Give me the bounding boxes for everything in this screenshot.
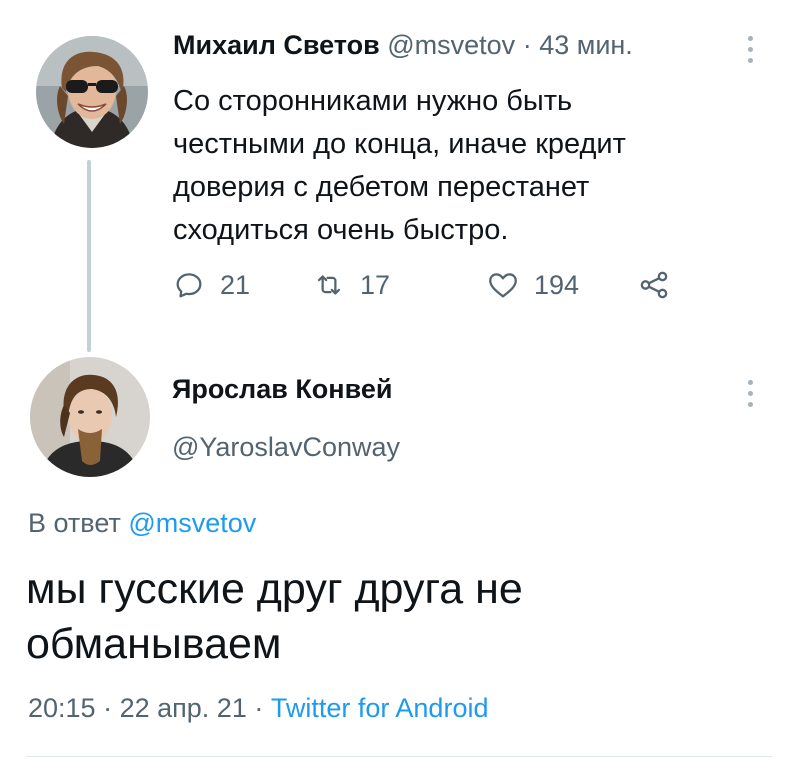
reply-prefix: В ответ — [28, 508, 121, 538]
tweet1-author-handle[interactable]: @msvetov — [387, 30, 515, 60]
retweet-button[interactable]: 17 — [312, 268, 390, 302]
reply-to-handle-link[interactable]: @msvetov — [128, 508, 256, 538]
reply-button[interactable]: 21 — [172, 268, 250, 302]
share-icon — [640, 271, 668, 299]
tweet2-source-link[interactable]: Twitter for Android — [271, 693, 489, 723]
tweet1-text-line: честными до конца, иначе кредит — [173, 128, 626, 160]
tweet2-author-handle[interactable]: @YaroslavConway — [172, 432, 400, 463]
like-count: 194 — [534, 269, 580, 300]
divider — [26, 756, 772, 757]
tweet2-separator: · — [254, 693, 264, 723]
avatar-mikhail-svetov[interactable] — [36, 36, 148, 148]
reply-count: 21 — [220, 269, 251, 300]
more-vertical-icon[interactable] — [746, 380, 754, 413]
tweet2-time[interactable]: 20:15 — [28, 693, 96, 723]
tweet2-separator: · — [103, 693, 113, 723]
tweet1-header: Михаил Светов @msvetov · 43 мин. — [173, 30, 633, 61]
share-button[interactable] — [637, 268, 671, 302]
tweet1-timestamp[interactable]: 43 мин. — [539, 30, 633, 60]
tweet2-author-name[interactable]: Ярослав Конвей — [172, 374, 392, 405]
avatar-yaroslav-conway[interactable] — [30, 357, 150, 477]
like-button[interactable]: 194 — [486, 268, 579, 302]
retweet-icon — [317, 275, 341, 295]
tweet1-text: Со сторонниками нужно быть честными до к… — [173, 80, 733, 252]
tweet1-separator: · — [522, 30, 532, 60]
tweet1-author-name[interactable]: Михаил Светов — [173, 30, 380, 60]
avatar-yaroslav-conway-image — [30, 357, 150, 477]
heart-icon — [489, 273, 517, 298]
tweet2-text: мы гусские друг друга не обманываем — [26, 562, 766, 672]
tweet1-text-line: сходиться очень быстро. — [173, 214, 509, 246]
reply-icon — [176, 273, 202, 298]
tweet2-text-line: мы гусские друг друга не — [26, 565, 523, 613]
tweet2-date[interactable]: 22 апр. 21 — [120, 693, 247, 723]
tweet1-text-line: доверия с дебетом перестанет — [173, 171, 590, 203]
reply-context: В ответ @msvetov — [28, 508, 256, 539]
tweet1-text-line: Со сторонниками нужно быть — [173, 85, 573, 117]
thread-connector-line — [87, 160, 91, 352]
tweet2-text-line: обманываем — [26, 620, 282, 668]
retweet-count: 17 — [360, 269, 391, 300]
more-vertical-icon[interactable] — [746, 36, 754, 69]
tweet1-action-bar: 21 17 194 — [172, 268, 732, 308]
avatar-mikhail-svetov-image — [36, 36, 148, 148]
tweet2-meta: 20:15 · 22 апр. 21 · Twitter for Android — [28, 693, 488, 724]
